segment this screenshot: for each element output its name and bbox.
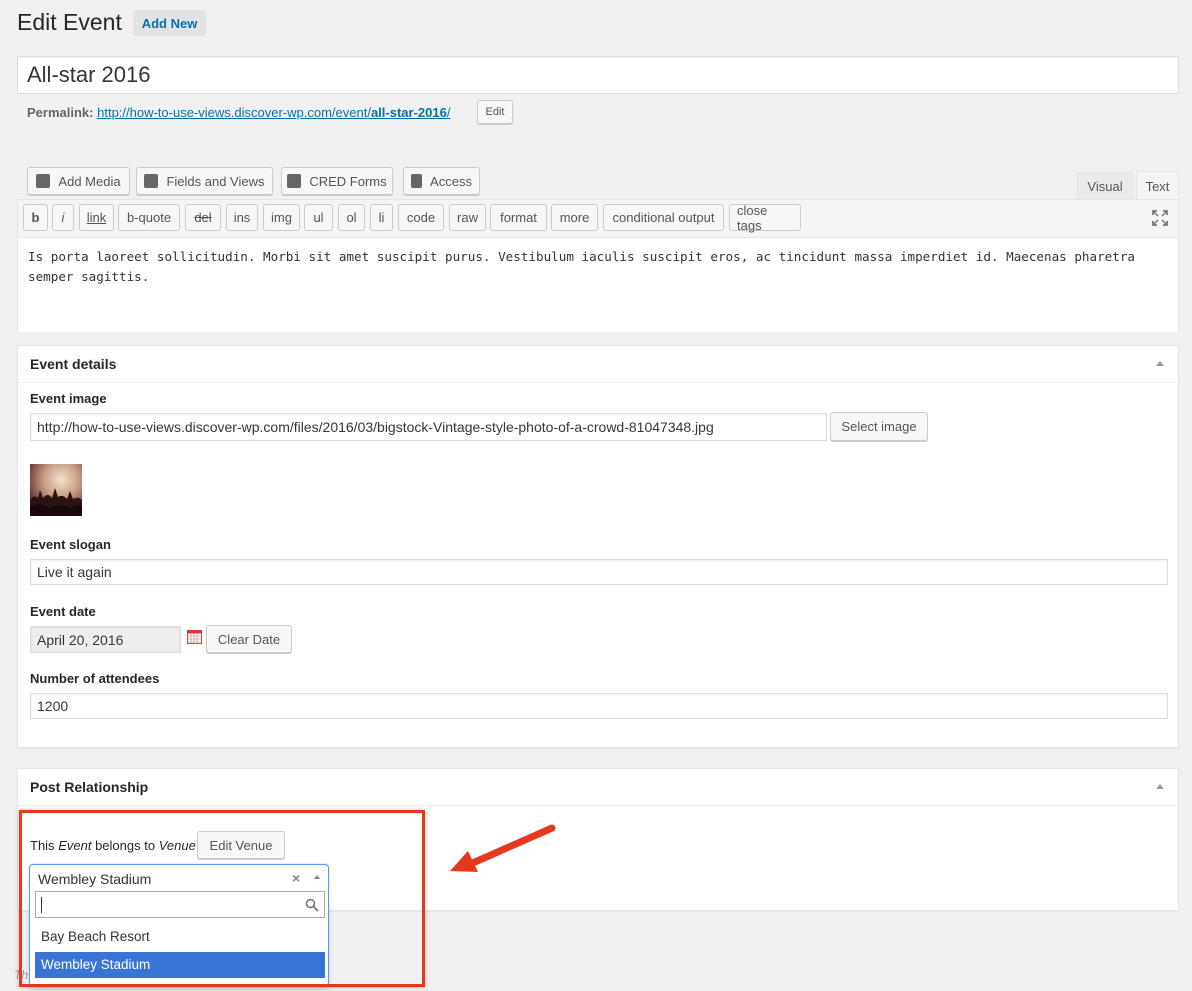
event-date-value: April 20, 2016: [37, 631, 124, 648]
permalink-label: Permalink:: [27, 105, 94, 120]
annotation-arrow-icon: [444, 822, 559, 877]
qt-conditional-output-button[interactable]: conditional output: [603, 204, 724, 231]
event-date-label: Event date: [30, 604, 96, 619]
add-media-label: Add Media: [58, 173, 121, 189]
attendees-input[interactable]: 1200: [30, 693, 1168, 719]
event-details-box: Event details Event image http://how-to-…: [17, 345, 1179, 748]
permalink-slug: all-star-2016: [370, 105, 447, 120]
collapse-arrow-icon[interactable]: [1156, 784, 1164, 789]
calendar-icon[interactable]: [187, 630, 202, 644]
event-details-title: Event details: [18, 346, 1178, 383]
fields-views-icon: [144, 174, 159, 188]
clear-date-button[interactable]: Clear Date: [206, 625, 292, 653]
select-image-button[interactable]: Select image: [830, 412, 928, 441]
event-slogan-input[interactable]: Live it again: [30, 559, 1168, 585]
qt-i-button[interactable]: i: [52, 204, 74, 231]
qt-del-button[interactable]: del: [185, 204, 221, 231]
add-new-button[interactable]: Add New: [133, 10, 206, 36]
cred-forms-icon: [287, 174, 302, 188]
qt-b-button[interactable]: b: [23, 204, 48, 231]
editor-textarea[interactable]: Is porta laoreet sollicitudin. Morbi sit…: [17, 237, 1179, 332]
add-media-button[interactable]: Add Media: [27, 167, 130, 195]
event-date-input[interactable]: April 20, 2016: [30, 626, 181, 653]
tab-visual[interactable]: Visual: [1077, 172, 1133, 199]
qt-raw-button[interactable]: raw: [449, 204, 486, 231]
qt-ul-button[interactable]: ul: [304, 204, 333, 231]
fullscreen-icon[interactable]: [1151, 209, 1169, 227]
permalink-link[interactable]: http://how-to-use-views.discover-wp.com/…: [97, 105, 450, 120]
qt-li-button[interactable]: li: [370, 204, 393, 231]
permalink-edit-button[interactable]: Edit: [477, 100, 513, 124]
lock-icon: [411, 174, 423, 188]
qt-ol-button[interactable]: ol: [338, 204, 365, 231]
event-image-url-value: http://how-to-use-views.discover-wp.com/…: [37, 419, 714, 435]
event-image-label: Event image: [30, 391, 107, 406]
collapse-arrow-icon[interactable]: [1156, 361, 1164, 366]
annotation-highlight-box: [19, 810, 425, 987]
cred-forms-label: CRED Forms: [309, 173, 387, 189]
attendees-value: 1200: [37, 698, 69, 714]
page-title: Edit Event: [17, 9, 122, 35]
qt-code-button[interactable]: code: [398, 204, 444, 231]
post-title-value: All-star 2016: [27, 62, 151, 87]
editor-content: Is porta laoreet sollicitudin. Morbi sit…: [28, 249, 1135, 284]
qt-img-button[interactable]: img: [263, 204, 300, 231]
post-relationship-title: Post Relationship: [18, 769, 1178, 806]
permalink-base: http://how-to-use-views.discover-wp.com/…: [97, 105, 371, 120]
fields-views-label: Fields and Views: [166, 173, 265, 189]
qt-close-tags-button[interactable]: close tags: [729, 203, 801, 233]
media-icon: [36, 174, 51, 188]
qt-format-button[interactable]: format: [490, 204, 547, 231]
fields-views-button[interactable]: Fields and Views: [136, 167, 273, 195]
tab-text[interactable]: Text: [1136, 171, 1179, 201]
event-slogan-value: Live it again: [37, 564, 112, 580]
event-image-thumbnail: [30, 464, 82, 516]
attendees-label: Number of attendees: [30, 671, 160, 686]
event-slogan-label: Event slogan: [30, 537, 111, 552]
post-title-input[interactable]: All-star 2016: [17, 56, 1179, 94]
cred-forms-button[interactable]: CRED Forms: [281, 167, 393, 195]
access-label: Access: [430, 173, 472, 189]
qt-bquote-button[interactable]: b-quote: [118, 204, 180, 231]
qt-link-button[interactable]: link: [79, 204, 114, 231]
qt-more-button[interactable]: more: [551, 204, 598, 231]
permalink-trail: /: [446, 105, 451, 120]
event-image-url-input[interactable]: http://how-to-use-views.discover-wp.com/…: [30, 413, 827, 441]
qt-ins-button[interactable]: ins: [226, 204, 258, 231]
access-button[interactable]: Access: [403, 167, 480, 195]
permalink-row: Permalink: http://how-to-use-views.disco…: [27, 105, 450, 120]
